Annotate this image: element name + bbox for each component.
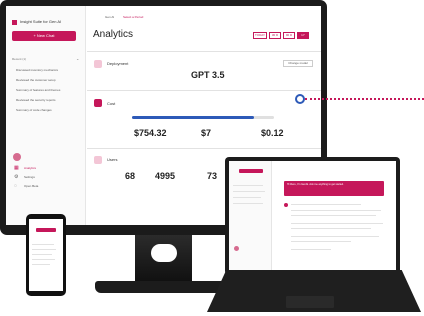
range-today-button[interactable]: TODAY [253, 32, 267, 39]
gear-icon: ⚙ [14, 174, 19, 180]
app-logo-icon [12, 20, 17, 25]
chevron-down-icon[interactable]: ⌄ [76, 57, 79, 61]
phone-text-line [32, 264, 50, 265]
history-item[interactable]: Reviewed the security reports [16, 99, 56, 102]
breadcrumb-current: Select a Period [123, 15, 144, 19]
deployment-label: Deployment [107, 61, 129, 66]
cost-value-3: $0.12 [261, 128, 284, 138]
tablet-new-chat-button[interactable] [239, 169, 263, 173]
history-item[interactable]: Discussed inventory mechanics [16, 69, 58, 72]
monitor-stand-hole [151, 244, 177, 262]
phone-text-line [32, 259, 55, 260]
range-30d-label: 30 D [271, 33, 279, 37]
history-item[interactable]: Summary of features and themes [16, 89, 60, 92]
divider [87, 148, 321, 149]
range-90d-label: 90 D [285, 33, 293, 37]
tablet-message-line [291, 210, 381, 211]
users-icon [94, 156, 102, 164]
range-1y-button[interactable]: 1Y [297, 32, 309, 39]
cost-value-1: $754.32 [134, 128, 167, 138]
tablet-history-line [233, 203, 263, 204]
tablet-message-line [291, 204, 361, 205]
tablet-message-line [291, 236, 379, 237]
phone-screen [29, 219, 63, 291]
callout-dotted-line [305, 98, 424, 102]
avatar [13, 153, 21, 161]
divider [87, 51, 321, 52]
history-item[interactable]: Reviewed the customer setup [16, 79, 56, 82]
change-model-button[interactable]: Change model [283, 60, 313, 67]
beta-icon: ◌ [14, 183, 17, 189]
phone-new-chat-button[interactable] [36, 228, 56, 232]
range-1y-label: 1Y [301, 33, 305, 37]
range-90d-button[interactable]: 90 D [283, 32, 295, 39]
phone-text-line [32, 249, 56, 250]
tablet-history-line [233, 191, 265, 192]
tablet-banner-text: Hi there, I'm GenAI. Ask me anything to … [287, 183, 344, 186]
app-title: Insight Suite for Gen AI [20, 19, 62, 24]
tablet-welcome-banner: Hi there, I'm GenAI. Ask me anything to … [284, 181, 384, 196]
cost-progress-fill [132, 116, 255, 119]
cost-label: Cost [107, 101, 116, 106]
callout-connector-icon [295, 94, 305, 104]
device-mockup-scene: Insight Suite for Gen AI + New Chat Rece… [0, 0, 424, 316]
tablet-message-line [291, 228, 371, 229]
history-item[interactable]: Summary of code changes [16, 109, 52, 112]
users-value-3: 73 [207, 171, 218, 181]
users-value-1: 68 [125, 171, 136, 181]
phone-text-line [32, 254, 52, 255]
tablet-bot-avatar [284, 203, 288, 207]
page-title: Analytics [93, 29, 134, 40]
tablet-history-line [233, 197, 261, 198]
deployment-value: GPT 3.5 [191, 70, 225, 80]
tablet-message-line [291, 215, 376, 216]
users-value-2: 4995 [155, 171, 176, 181]
nav-analytics[interactable]: Analytics [24, 167, 36, 170]
nav-open-beta[interactable]: Open Beta [24, 185, 38, 188]
cost-icon [94, 99, 102, 107]
nav-settings[interactable]: Settings [24, 176, 35, 179]
range-today-label: TODAY [254, 33, 266, 37]
tablet-message-line [291, 241, 351, 242]
divider [87, 90, 321, 91]
new-chat-button-label: + New Chat [33, 33, 55, 38]
cost-value-2: $7 [201, 128, 212, 138]
deployment-icon [94, 60, 102, 68]
monitor-stand-base [95, 281, 232, 293]
tablet-sidebar [229, 161, 272, 271]
recent-label: Recent (1) [12, 57, 27, 61]
tablet-message-line [291, 249, 331, 250]
new-chat-button[interactable]: + New Chat [12, 31, 76, 41]
tablet-message-line [291, 223, 383, 224]
breadcrumb-home[interactable]: Gen AI [105, 16, 114, 19]
tablet-screen: Hi there, I'm GenAI. Ask me anything to … [229, 161, 396, 271]
tablet-trackpad [286, 296, 334, 308]
tablet-avatar [234, 246, 239, 251]
users-label: Users [107, 157, 118, 162]
tablet-history-line [233, 185, 263, 186]
phone-text-line [32, 244, 54, 245]
sidebar: Insight Suite for Gen AI + New Chat Rece… [6, 6, 86, 225]
analytics-icon: ▦ [14, 165, 19, 171]
range-30d-button[interactable]: 30 D [269, 32, 281, 39]
change-model-label: Change model [288, 61, 308, 65]
